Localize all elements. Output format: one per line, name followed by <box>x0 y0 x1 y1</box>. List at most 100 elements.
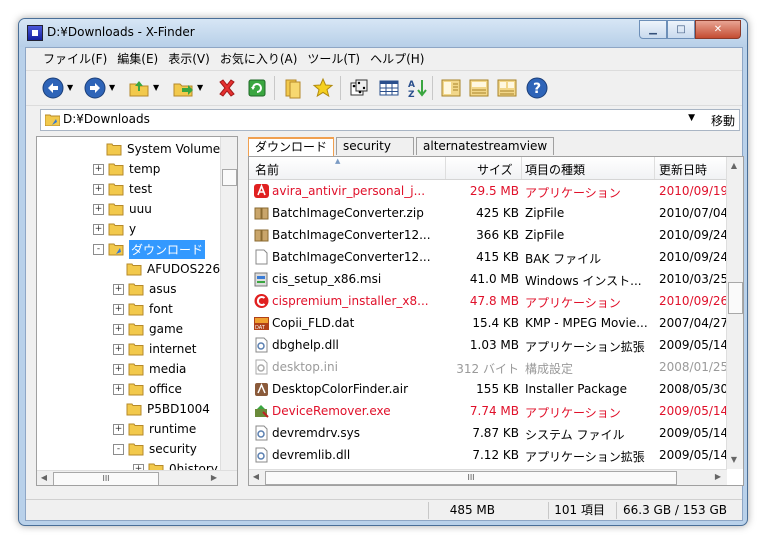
tree-item[interactable]: + runtime <box>113 419 196 439</box>
tree-item[interactable]: System Volume <box>93 139 220 159</box>
maximize-button[interactable]: □ <box>667 20 695 39</box>
scroll-right-icon[interactable]: ▶ <box>207 471 221 485</box>
tree-expander-icon[interactable]: + <box>113 303 124 315</box>
file-row[interactable]: BatchImageConverter12... 366 KB ZipFile 201… <box>249 224 740 246</box>
file-row[interactable]: BatchImageConverter12... 415 KB BAK ファイル 20… <box>249 246 740 268</box>
pane-layout-1-button[interactable] <box>438 75 464 101</box>
menu-edit[interactable]: 編集(E) <box>112 48 163 68</box>
file-row[interactable]: BatchImageConverter.zip 425 KB ZipFile 2010… <box>249 202 740 224</box>
tree-expander-icon[interactable]: + <box>113 423 124 435</box>
column-type[interactable]: 項目の種類 <box>525 161 585 178</box>
address-bar[interactable]: D:¥Downloads ▼ 移動 <box>40 109 740 131</box>
go-button[interactable]: 移動 <box>711 112 735 129</box>
minimize-button[interactable]: ▁ <box>639 20 667 39</box>
forward-dropdown-icon[interactable]: ▼ <box>109 83 117 92</box>
close-button[interactable]: ✕ <box>695 20 741 39</box>
list-horizontal-scrollbar[interactable]: ◀ III ▶ <box>249 469 727 485</box>
menu-view[interactable]: 表示(V) <box>163 48 215 68</box>
app-icon[interactable] <box>27 25 43 41</box>
file-type: アプリケーション <box>525 296 621 310</box>
file-row[interactable]: DesktopColorFinder.air 155 KB Installer Pa… <box>249 378 740 400</box>
file-row[interactable]: devremlib.dll 7.12 KB アプリケーション拡張 2009/05/14… <box>249 444 740 466</box>
tree-item[interactable]: AFUDOS226 <box>113 259 220 279</box>
tree-item[interactable]: P5BD1004 <box>113 399 210 419</box>
file-row[interactable]: avira_antivir_personal_j... 29.5 MB アプリケーシ… <box>249 180 740 202</box>
file-row[interactable]: cispremium_installer_x8... 47.8 MB アプリケーショ… <box>249 290 740 312</box>
column-size[interactable]: サイズ <box>477 161 513 178</box>
tree-expander-icon[interactable]: + <box>113 383 124 395</box>
folder-history-dropdown-icon[interactable]: ▼ <box>197 83 205 92</box>
tree-expander-icon[interactable]: + <box>93 183 104 195</box>
tree-item[interactable]: + uuu <box>93 199 152 219</box>
folder-history-button[interactable] <box>170 75 196 101</box>
tree-expander-icon[interactable]: + <box>93 163 104 175</box>
tree-item[interactable]: + game <box>113 319 183 339</box>
file-row[interactable]: dbghelp.dll 1.03 MB アプリケーション拡張 2009/05/14 2 <box>249 334 740 356</box>
up-dropdown-icon[interactable]: ▼ <box>153 83 161 92</box>
list-hscroll-thumb[interactable]: III <box>265 471 677 485</box>
scroll-up-icon[interactable]: ▲ <box>727 159 741 173</box>
tree-item[interactable]: - security <box>113 439 197 459</box>
tree-scroll-thumb[interactable] <box>222 169 237 186</box>
tree-expander-icon[interactable]: + <box>93 203 104 215</box>
tree-horizontal-scrollbar[interactable]: ◀ III ▶ <box>37 470 237 485</box>
sort-button[interactable]: AZ <box>404 75 430 101</box>
file-row[interactable]: DAT Copii_FLD.dat 15.4 KB KMP - MPEG Movie.… <box>249 312 740 334</box>
back-button[interactable] <box>40 75 66 101</box>
tree-item[interactable]: + media <box>113 359 186 379</box>
tree-item[interactable]: + temp <box>93 159 160 179</box>
tab-downloads[interactable]: ダウンロード <box>248 137 335 156</box>
scroll-left-icon[interactable]: ◀ <box>249 470 263 484</box>
view-details-button[interactable] <box>376 75 402 101</box>
tree-item[interactable]: + test <box>93 179 152 199</box>
favorites-button[interactable] <box>310 75 336 101</box>
list-vertical-scrollbar[interactable]: ▲ ▼ <box>726 157 743 469</box>
file-row[interactable]: desktop.ini 312 バイト 構成設定 2008/01/25 1 <box>249 356 740 378</box>
scroll-right-icon[interactable]: ▶ <box>711 470 725 484</box>
tree-expander-icon[interactable]: + <box>93 223 104 235</box>
tree-vertical-scrollbar[interactable] <box>220 137 237 485</box>
tree-item[interactable]: - ダウンロード <box>93 239 206 259</box>
tab-security[interactable]: security <box>336 137 415 155</box>
menu-help[interactable]: ヘルプ(H) <box>365 48 429 68</box>
column-name[interactable]: 名前 <box>255 161 279 178</box>
tree-item[interactable]: + font <box>113 299 173 319</box>
tree-item[interactable]: + y <box>93 219 136 239</box>
pane-layout-2-button[interactable] <box>466 75 492 101</box>
tree-expander-icon[interactable]: - <box>113 443 124 455</box>
folder-tree-button[interactable] <box>280 75 306 101</box>
pane-layout-3-button[interactable] <box>494 75 520 101</box>
file-row[interactable]: DeviceRemover.exe 7.74 MB アプリケーション 2009/05/… <box>249 400 740 422</box>
tree-expander-icon[interactable]: + <box>113 343 124 355</box>
forward-button[interactable] <box>82 75 108 101</box>
tree-hscroll-thumb[interactable]: III <box>53 472 159 485</box>
menu-tools[interactable]: ツール(T) <box>302 48 365 68</box>
title-bar[interactable]: D:¥Downloads - X-Finder ▁ □ ✕ <box>19 19 747 47</box>
tree-expander-icon[interactable]: - <box>93 243 104 255</box>
back-dropdown-icon[interactable]: ▼ <box>67 83 75 92</box>
tree-item[interactable]: + office <box>113 379 182 399</box>
menu-file[interactable]: ファイル(F) <box>38 48 112 68</box>
menu-favorites[interactable]: お気に入り(A) <box>215 48 303 68</box>
view-icons-button[interactable] <box>346 75 372 101</box>
list-scroll-thumb[interactable] <box>728 282 743 314</box>
column-date[interactable]: 更新日時 <box>659 161 707 178</box>
tree-item[interactable]: + internet <box>113 339 196 359</box>
file-name: cis_setup_x86.msi <box>272 272 382 286</box>
tree-expander-icon[interactable]: + <box>113 283 124 295</box>
tab-alternatestreamview[interactable]: alternatestreamview <box>416 137 555 155</box>
help-button[interactable]: ? <box>524 75 550 101</box>
tree-item[interactable]: + asus <box>113 279 176 299</box>
tree-expander-icon[interactable]: + <box>113 323 124 335</box>
scroll-down-icon[interactable]: ▼ <box>727 453 741 467</box>
scroll-left-icon[interactable]: ◀ <box>37 471 51 485</box>
address-path[interactable]: D:¥Downloads <box>63 112 150 126</box>
refresh-button[interactable] <box>244 75 270 101</box>
up-folder-button[interactable] <box>126 75 152 101</box>
file-row[interactable]: cis_setup_x86.msi 41.0 MB Windows インスト... 2… <box>249 268 740 290</box>
file-size: 155 KB <box>476 382 519 396</box>
address-dropdown-icon[interactable]: ▼ <box>688 113 695 123</box>
file-row[interactable]: devremdrv.sys 7.87 KB システム ファイル 2009/05/14 … <box>249 422 740 444</box>
delete-button[interactable] <box>214 75 240 101</box>
tree-expander-icon[interactable]: + <box>113 363 124 375</box>
